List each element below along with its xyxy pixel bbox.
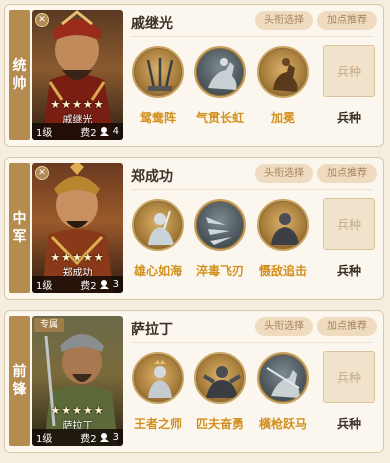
troop-slot[interactable]: 兵种 (323, 45, 375, 97)
troop-count-icon (99, 433, 111, 442)
skill-label: 慑敌追击 (258, 264, 307, 278)
role-char: 中 (12, 211, 27, 227)
king-icon[interactable] (132, 352, 184, 404)
troop-label: 兵种 (336, 264, 361, 278)
portrait-info-bar: 1级 费2 4 (32, 123, 123, 140)
troop-slot[interactable]: 兵种 (323, 198, 375, 250)
role-label: 前 锋 (9, 316, 30, 446)
divider (131, 342, 373, 343)
level-text: 1级 (36, 434, 53, 445)
role-char: 统 (12, 58, 27, 74)
cost-text: 费2 (80, 434, 97, 445)
divider (131, 189, 373, 190)
role-label: 中 军 (9, 163, 30, 293)
cost-text: 费2 (80, 128, 97, 139)
general-portrait[interactable]: ✕ ★★★★★ 郑成功 1级 费2 3 (32, 163, 123, 293)
role-label: 统 帅 (9, 10, 30, 140)
role-char: 锋 (12, 382, 27, 398)
close-icon[interactable]: ✕ (35, 166, 49, 180)
troop-count: 3 (112, 279, 119, 290)
portrait-info-bar: 1级 费2 3 (32, 429, 123, 446)
troop-count-icon (99, 127, 111, 136)
title-select-button[interactable]: 头衔选择 (255, 11, 313, 30)
title-select-button[interactable]: 头衔选择 (255, 164, 313, 183)
role-char: 军 (12, 229, 27, 245)
knight-icon[interactable] (257, 199, 309, 251)
general-name: 郑成功 (131, 169, 173, 185)
close-icon[interactable]: ✕ (35, 13, 49, 27)
general-portrait[interactable]: ✕ ★★★★★ 戚继光 1级 费2 4 (32, 10, 123, 140)
troop-count-icon (99, 280, 111, 289)
points-recommend-button[interactable]: 加点推荐 (317, 317, 377, 336)
rider-icon[interactable] (257, 46, 309, 98)
cost-text: 费2 (80, 281, 97, 292)
role-char: 前 (12, 364, 27, 380)
swords-icon[interactable] (132, 46, 184, 98)
horseman-icon[interactable] (194, 46, 246, 98)
general-portrait[interactable]: 专属 ★★★★★ 萨拉丁 1级 费2 3 (32, 316, 123, 446)
level-text: 1级 (36, 281, 53, 292)
star-rating: ★★★★★ (50, 251, 105, 264)
general-card: 中 军 ✕ ★★★★★ 郑成功 1级 费2 3 郑成功 头衔选择 加点推荐 雄心… (4, 157, 384, 300)
troop-count: 3 (112, 432, 119, 443)
troop-slot[interactable]: 兵种 (323, 351, 375, 403)
warrior-icon[interactable] (132, 199, 184, 251)
troop-count: 4 (112, 126, 119, 137)
portrait-info-bar: 1级 费2 3 (32, 276, 123, 293)
star-rating: ★★★★★ (50, 98, 105, 111)
exclusive-badge: 专属 (34, 318, 64, 332)
star-rating: ★★★★★ (50, 404, 105, 417)
troop-label: 兵种 (336, 111, 361, 125)
title-select-button[interactable]: 头衔选择 (255, 317, 313, 336)
points-recommend-button[interactable]: 加点推荐 (317, 11, 377, 30)
skill-label: 橫枪跃马 (258, 417, 307, 431)
brawler-icon[interactable] (194, 352, 246, 404)
points-recommend-button[interactable]: 加点推荐 (317, 164, 377, 183)
divider (131, 36, 373, 37)
blades-icon[interactable] (194, 199, 246, 251)
skill-label: 加冕 (270, 111, 295, 125)
general-card: 统 帅 ✕ ★★★★★ 戚继光 1级 费2 4 戚继光 头衔选择 加点推荐 鸳鸯… (4, 4, 384, 147)
general-card: 前 锋 专属 ★★★★★ 萨拉丁 1级 费2 3 萨拉丁 头衔选择 加点推荐 王… (4, 310, 384, 453)
role-char: 帅 (12, 76, 27, 92)
general-name: 戚继光 (131, 16, 173, 32)
level-text: 1级 (36, 128, 53, 139)
lancer-icon[interactable] (257, 352, 309, 404)
general-name: 萨拉丁 (131, 322, 173, 338)
troop-label: 兵种 (336, 417, 361, 431)
